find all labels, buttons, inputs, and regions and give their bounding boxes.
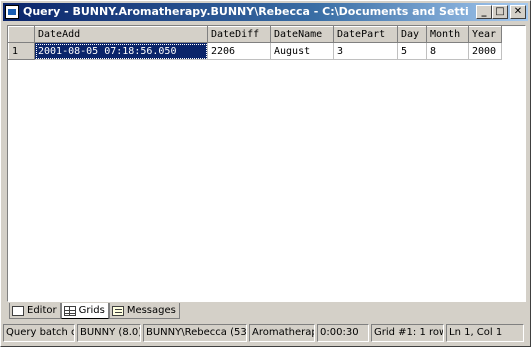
column-header-datediff[interactable]: DateDiff [207,26,271,43]
status-row-count: Grid #1: 1 rows [371,324,444,342]
tab-grids[interactable]: Grids [60,303,109,319]
column-header-year[interactable]: Year [468,26,502,43]
column-header-datepart[interactable]: DatePart [333,26,398,43]
grid-cell-datename[interactable]: August [270,42,334,60]
title-bar[interactable]: Query - BUNNY.Aromatherapy.BUNNY\Rebecca… [3,3,528,21]
grid-cell-datediff[interactable]: 2206 [207,42,271,60]
results-grid-pane[interactable]: DateAdd DateDiff DateName DatePart Day M… [7,25,526,302]
results-tabs: Editor Grids Messages [9,303,180,320]
minimize-button[interactable]: _ [476,5,492,19]
status-elapsed-time: 0:00:30 [317,324,369,342]
tab-editor-label: Editor [27,305,57,316]
maximize-button[interactable]: □ [492,5,508,19]
tab-grids-label: Grids [78,305,105,316]
editor-icon [12,305,24,316]
window-title: Query - BUNNY.Aromatherapy.BUNNY\Rebecca… [23,5,469,18]
row-number[interactable]: 1 [8,42,35,60]
grid-cell-datepart[interactable]: 3 [333,42,398,60]
table-row[interactable]: 1 2001-08-05 07:18:56.050 2206 August 3 … [8,42,502,60]
grid-cell-month[interactable]: 8 [426,42,469,60]
status-server: BUNNY (8.0) [77,324,141,342]
grid-icon [63,305,76,316]
status-bar: Query batch cor BUNNY (8.0) BUNNY\Rebecc… [3,324,528,343]
status-cursor-position: Ln 1, Col 1 [446,324,524,342]
close-button[interactable]: ✕ [510,5,526,19]
status-query-state: Query batch cor [3,324,75,342]
tab-editor[interactable]: Editor [9,303,61,319]
messages-icon [111,305,124,316]
column-header-dateadd[interactable]: DateAdd [34,26,208,43]
column-header-datename[interactable]: DateName [270,26,334,43]
results-grid: DateAdd DateDiff DateName DatePart Day M… [8,26,502,60]
grid-corner-header[interactable] [8,26,35,43]
grid-cell-dateadd[interactable]: 2001-08-05 07:18:56.050 [34,42,208,60]
query-window: Query - BUNNY.Aromatherapy.BUNNY\Rebecca… [0,0,531,347]
column-header-day[interactable]: Day [397,26,427,43]
grid-header-row: DateAdd DateDiff DateName DatePart Day M… [8,26,502,43]
grid-cell-year[interactable]: 2000 [468,42,502,60]
status-user: BUNNY\Rebecca (53) [143,324,247,342]
tab-messages-label: Messages [126,305,176,316]
tab-messages[interactable]: Messages [108,303,180,319]
column-header-month[interactable]: Month [426,26,469,43]
status-database: Aromatherapy [249,324,315,342]
query-document-icon [5,5,19,19]
grid-cell-day[interactable]: 5 [397,42,427,60]
